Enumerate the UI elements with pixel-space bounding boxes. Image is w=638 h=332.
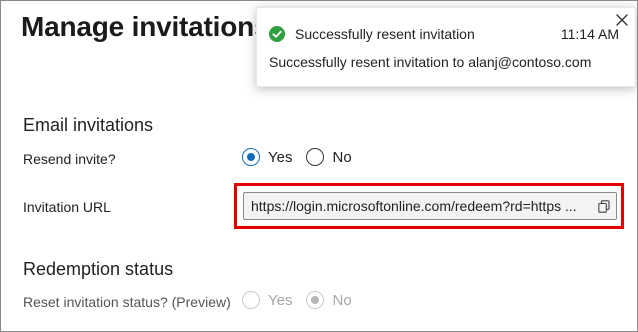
radio-label: No xyxy=(332,291,352,309)
page-title: Manage invitations xyxy=(21,11,270,42)
copy-icon[interactable] xyxy=(592,194,616,218)
success-check-icon xyxy=(269,26,285,47)
reset-yes-radio[interactable]: Yes xyxy=(242,291,292,309)
reset-no-radio[interactable]: No xyxy=(306,291,352,309)
resend-invite-label: Resend invite? xyxy=(23,151,116,167)
section-redemption-status: Redemption status xyxy=(23,259,174,279)
radio-indicator xyxy=(306,148,325,166)
success-notification-toast: Successfully resent invitation 11:14 AM … xyxy=(256,7,636,87)
resend-yes-radio[interactable]: Yes xyxy=(242,148,292,166)
radio-indicator xyxy=(242,291,260,309)
section-email-invitations: Email invitations xyxy=(23,115,154,135)
radio-label: No xyxy=(332,148,352,166)
invitation-url-value[interactable]: https://login.microsoftonline.com/redeem… xyxy=(244,198,592,214)
manage-invitations-panel: Manage invitations Email invitations Res… xyxy=(0,0,638,332)
radio-checked-indicator xyxy=(242,148,260,166)
invitation-url-field[interactable]: https://login.microsoftonline.com/redeem… xyxy=(243,192,617,220)
reset-status-radio-group: Yes No xyxy=(242,291,366,309)
invitation-url-label: Invitation URL xyxy=(23,199,111,215)
radio-label: Yes xyxy=(268,148,293,166)
radio-label: Yes xyxy=(268,291,293,309)
close-icon[interactable] xyxy=(613,11,631,29)
reset-status-label: Reset invitation status? (Preview) xyxy=(23,294,231,310)
toast-timestamp: 11:14 AM xyxy=(560,26,619,42)
toast-title: Successfully resent invitation xyxy=(295,26,475,42)
radio-checked-indicator xyxy=(306,291,325,309)
resend-invite-radio-group: Yes No xyxy=(242,148,366,166)
resend-no-radio[interactable]: No xyxy=(306,148,352,166)
toast-message: Successfully resent invitation to alanj@… xyxy=(269,54,592,70)
